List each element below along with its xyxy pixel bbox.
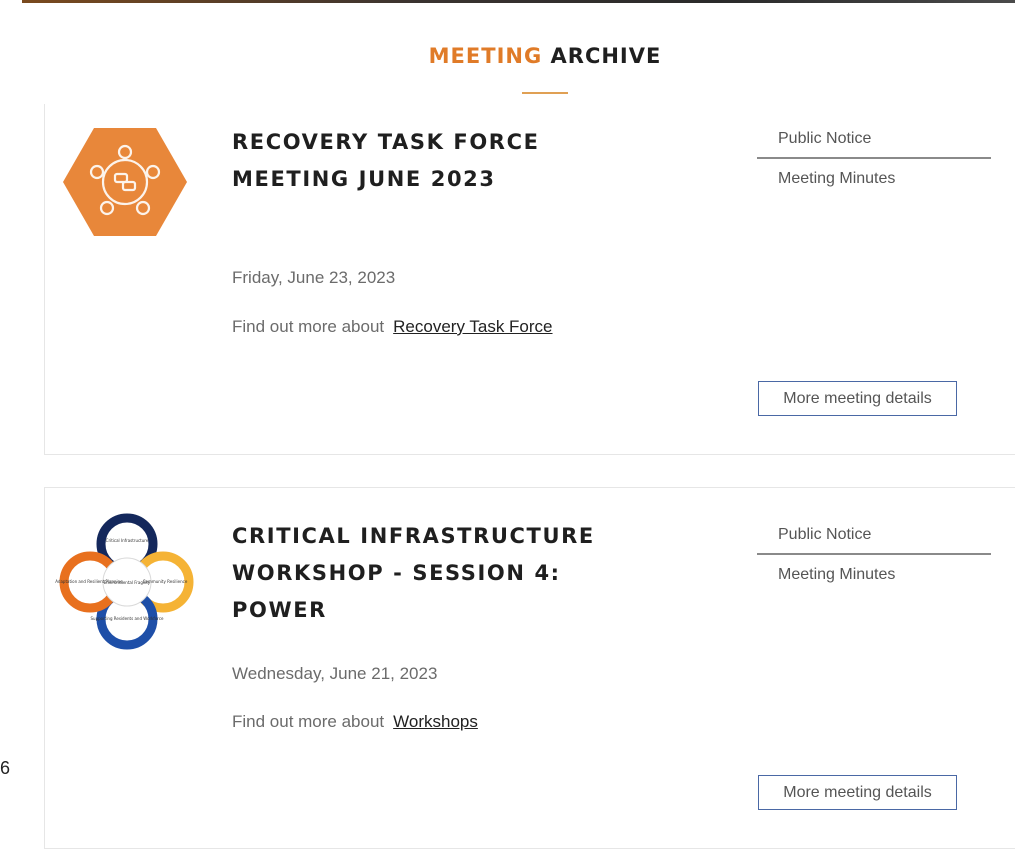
workshops-link[interactable]: Workshops [393,712,478,731]
meeting-title[interactable]: RECOVERY TASK FORCE MEETING JUNE 2023 [232,124,652,198]
more-meeting-details-button[interactable]: More meeting details [758,775,957,810]
find-out-more: Find out more about Recovery Task Force [232,317,553,336]
meeting-card: Critical Infrastructure Community Resili… [44,487,1015,849]
public-notice-link[interactable]: Public Notice [757,526,991,555]
more-meeting-details-button[interactable]: More meeting details [758,381,957,416]
meeting-documents: Public Notice Meeting Minutes [757,526,991,584]
meeting-people-hexagon-icon[interactable] [63,126,187,238]
diagram-label: Environmental Fragility [104,580,151,585]
find-out-more: Find out more about Workshops [232,712,478,731]
meeting-card: RECOVERY TASK FORCE MEETING JUNE 2023 Fr… [44,104,1015,455]
diagram-label: Supporting Residents and Workforce [91,616,165,621]
public-notice-link[interactable]: Public Notice [757,130,991,159]
section-title: MEETING ARCHIVE [428,44,662,68]
meeting-minutes-link[interactable]: Meeting Minutes [757,555,991,584]
meeting-title[interactable]: CRITICAL INFRASTRUCTURE WORKSHOP - SESSI… [232,518,652,629]
resilience-circles-diagram-icon[interactable]: Critical Infrastructure Community Resili… [53,504,201,652]
meeting-minutes-link[interactable]: Meeting Minutes [757,159,991,188]
header-image-strip [22,0,1015,3]
meeting-date: Friday, June 23, 2023 [232,268,396,287]
diagram-label: Critical Infrastructure [106,538,149,543]
page-edge-number: 6 [0,758,11,778]
meeting-documents: Public Notice Meeting Minutes [757,130,991,188]
meeting-date: Wednesday, June 21, 2023 [232,664,438,683]
title-underline [522,92,568,94]
recovery-task-force-link[interactable]: Recovery Task Force [393,317,552,336]
